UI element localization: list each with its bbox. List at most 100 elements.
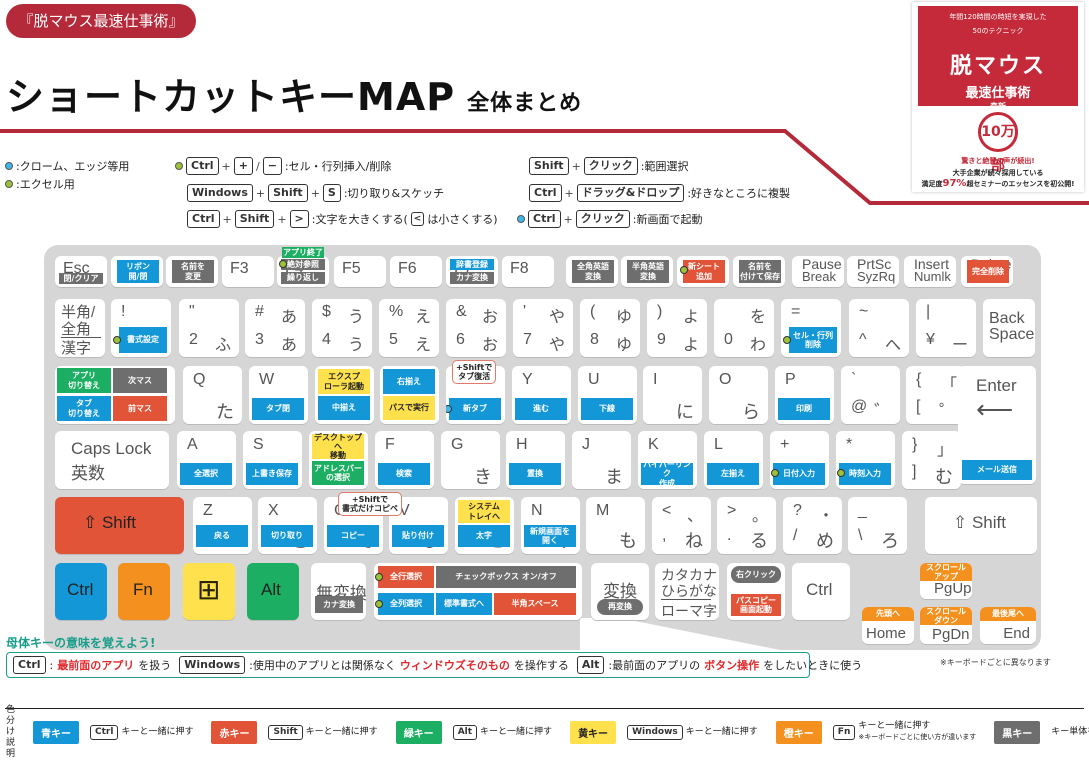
key-f1[interactable]: F1リボン 開/閉 [111,256,163,287]
key-f3[interactable]: F3 [222,256,274,287]
key-shift-row-0[interactable]: Zつ戻る [193,497,252,554]
key-num-2[interactable]: " 2 ふ [179,299,239,357]
key-f11[interactable]: F11新シート 追加 [677,256,729,287]
key-caps-row-9[interactable]: +れ日付入力 [770,431,829,489]
key-f7[interactable]: F7辞書登録カナ変換 [446,256,498,287]
key-alt[interactable]: Alt [247,563,299,620]
key-esc[interactable]: Esc 閉/クリア [55,256,107,287]
key-home[interactable]: 先頭へ Home [862,607,914,644]
key-num-11[interactable]: =-ほセル・行列 削除 [781,299,841,357]
key-shift-row-4[interactable]: Bこシステム トレイへ太字 [455,497,514,554]
key-pause[interactable]: Pause Break [792,256,844,287]
key-muhenkan[interactable]: 無変換 カナ変換 [311,563,366,620]
key-space[interactable]: 全行選択 チェックボックス オン/オフ 全列選択 標準書式へ 半角スペース [374,563,582,620]
key-num-13[interactable]: | ¥ ー [916,299,976,357]
key-legend: や [548,337,565,354]
key-menu[interactable]: 右クリック パスコピー 画面起動 [727,563,785,620]
key-action-label: 日付入力 [773,463,825,485]
key-action-label: 先頭へ [862,607,914,621]
key-e[interactable]: Eいエクスプ ローラ起動中揃え [315,366,374,424]
key-shift-row-10[interactable]: _ \ ろ [848,497,907,554]
key-caps-row-2[interactable]: Dしデスクトップへ 移動アドレスバー の選択 [309,431,368,489]
key-num-4[interactable]: $ う 4 う [312,299,372,357]
key-caps-row-3[interactable]: Fは検索 [375,431,434,489]
key-caps-row-10[interactable]: *け時刻入力 [836,431,895,489]
key-num-5[interactable]: % え 5 え [379,299,439,357]
key-end[interactable]: 最後尾へ End [980,607,1036,644]
key-ctrl-right[interactable]: Ctrl [792,563,850,620]
key-action-label: デスクトップへ 移動 [312,432,364,461]
key-legend: U [588,371,600,388]
key-shift-row-7[interactable]: < 、, ね [652,497,711,554]
key-caps-row-11[interactable]: } 」] む [902,431,961,489]
key-pgup[interactable]: スクロール アップ PgUp [920,563,972,599]
key-f5[interactable]: F5 [334,256,386,287]
mother-emphasis: ウィンドウズそのもの [399,659,510,672]
key-`[interactable]: ` @ ゛ [841,366,900,424]
color-legend-desc: キー単体を押す [1051,727,1089,738]
key-caps-row-5[interactable]: Hく置換 [506,431,565,489]
key-f6[interactable]: F6 [390,256,442,287]
key-f4[interactable]: F4絶対参照繰り返し [277,256,329,287]
key-w[interactable]: Wてタブ閉 [249,366,308,424]
key-caps-row-6[interactable]: Jま [572,431,631,489]
key-p[interactable]: Pせ印刷 [775,366,834,424]
key-num-10[interactable]: を0わ [714,299,774,357]
key-legend: よ [682,337,699,354]
key-num-0[interactable]: 半角/全角 漢字 [55,299,105,357]
key-shift-row-5[interactable]: Nみ新規画面を 開く [521,497,580,554]
key-caps-row-8[interactable]: Lり左揃え [704,431,763,489]
key-num-7[interactable]: ' や 7 や [513,299,573,357]
key-caps-row-0[interactable]: Aち全選択 [177,431,236,489]
key-caps-row-4[interactable]: Gき [441,431,500,489]
mother-text: を扱う [138,659,172,672]
key-enter[interactable]: Enter ⟵ メール送信 [958,366,1036,484]
key-o[interactable]: Oら [709,366,768,424]
key-legend: ? [793,502,802,519]
key-f12[interactable]: F12名前を 付けて保存 [733,256,785,287]
key-fn[interactable]: Fn [118,563,170,620]
key-f10[interactable]: F10半角英語 変換 [621,256,673,287]
key-num-3[interactable]: # あ 3 あ [245,299,305,357]
key-caps-row-1[interactable]: Sと上書き保存 [243,431,302,489]
key-legend: ¥ [926,331,935,348]
key-shift-row-8[interactable]: > 。. る [717,497,776,554]
key-num-9[interactable]: ) よ 9 よ [647,299,707,357]
key-num-14[interactable]: Back Space [983,299,1035,357]
key-legend: M [596,502,610,519]
key-delete[interactable]: DeleteScrLk完全削除 [961,256,1013,287]
key-legend: G [451,436,464,453]
key-kana[interactable]: カタカナ ひらがな ローマ字 [655,563,719,620]
key-tab[interactable]: アプリ 切り替え 次マス タブ 切り替え 前マス [55,366,175,424]
key-num-12[interactable]: ~ ^ へ [849,299,909,357]
key-i[interactable]: Iに [643,366,702,424]
key-insert[interactable]: Insert Numlk [904,256,956,287]
key-shift-row-1[interactable]: Xさ切り取り [258,497,317,554]
key-shift-left[interactable]: ⇧ Shift [55,497,184,554]
key-caps-lock[interactable]: Caps Lock 英数 [55,431,169,489]
key-henkan[interactable]: 変換 再変換 [591,563,649,620]
key-f2[interactable]: F2名前を 変更 [166,256,218,287]
key-windows[interactable]: ⊞ [183,563,235,620]
key-shift-row-9[interactable]: ? ・ / め [783,497,842,554]
key-legend: + [780,436,790,453]
key-prtsc[interactable]: PrtSc SyzRq [847,256,899,287]
key-u[interactable]: Uな下線 [578,366,637,424]
color-legend-desc: キーと一緒に押す [306,727,378,738]
key-num-1[interactable]: !1ぬ書式設定 [111,299,171,357]
key-pgdn[interactable]: スクロール ダウン PgDn [920,607,972,644]
key-f9[interactable]: F9全角英語 変換 [566,256,618,287]
key-y[interactable]: Yん進む [512,366,571,424]
key-legend: | [926,303,931,320]
key-f8[interactable]: F8 [502,256,554,287]
key-num-6[interactable]: & お 6 お [446,299,506,357]
key-caps-row-7[interactable]: Kのハイパーリンク 作成 [638,431,697,489]
key-r[interactable]: Rす右揃えパスで実行 [380,366,439,424]
key-{[interactable]: {「 [゜ [906,366,965,424]
key-num-8[interactable]: (ゆ 8 ゆ [580,299,640,357]
combo-desc: :新画面で起動 [632,213,703,226]
key-ctrl-left[interactable]: Ctrl [55,563,107,620]
key-shift-right[interactable]: ⇧ Shift [925,497,1037,554]
key-shift-row-6[interactable]: Mも [586,497,645,554]
key-q[interactable]: Qた [183,366,242,424]
